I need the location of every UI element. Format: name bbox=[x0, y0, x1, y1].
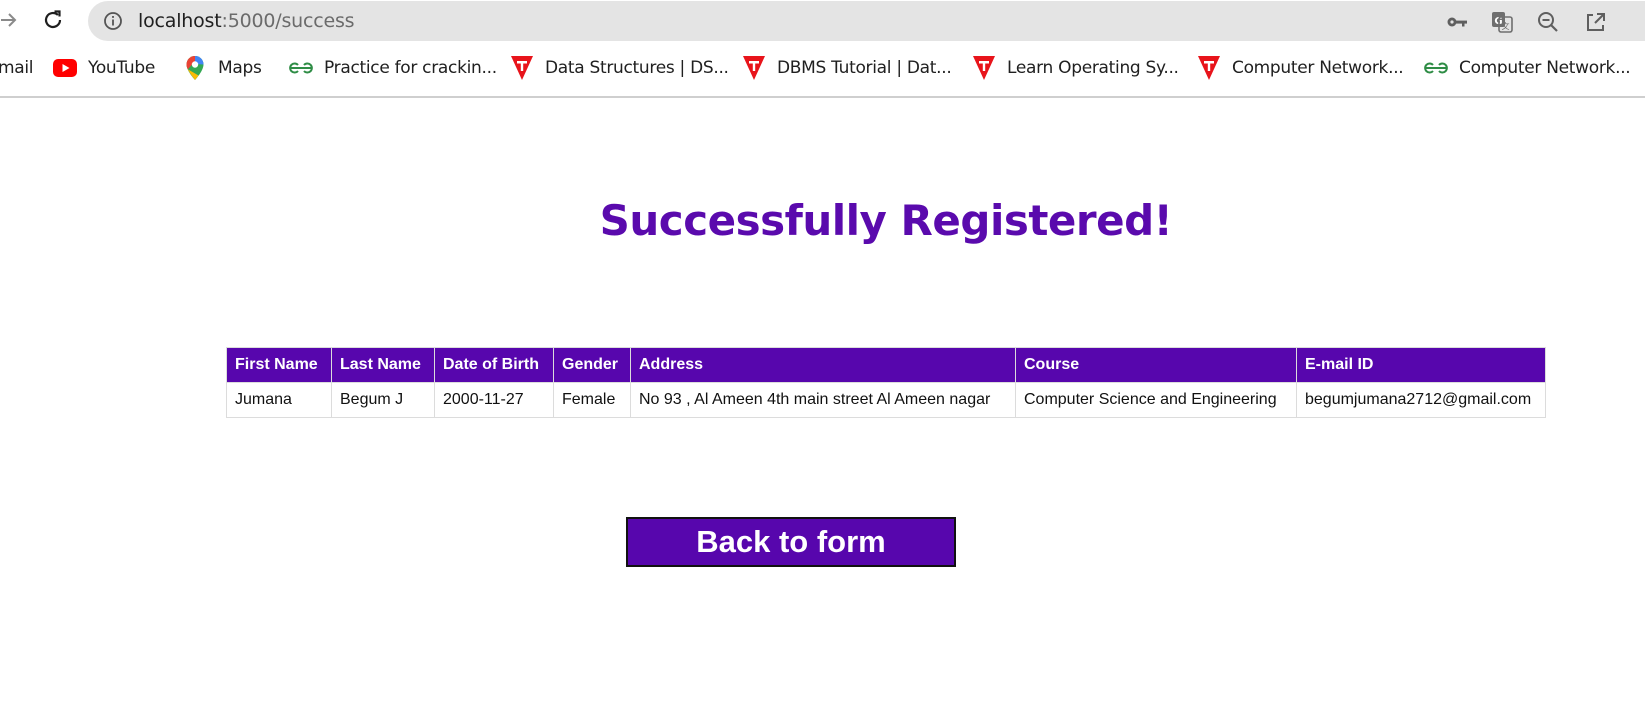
url-text[interactable]: localhost:5000/success bbox=[138, 10, 355, 32]
bookmark-label: Data Structures | DS... bbox=[545, 58, 729, 78]
url-path: :5000/success bbox=[221, 10, 355, 32]
reload-icon[interactable] bbox=[38, 5, 68, 35]
tutorialspoint-icon bbox=[509, 55, 535, 81]
bookmark-label: Computer Network... bbox=[1459, 58, 1631, 78]
forward-arrow-icon[interactable] bbox=[0, 5, 24, 35]
table-row: Jumana Begum J 2000-11-27 Female No 93 ,… bbox=[226, 382, 1546, 418]
youtube-icon bbox=[52, 55, 78, 81]
geeksforgeeks-icon bbox=[1423, 55, 1449, 81]
share-icon[interactable] bbox=[1583, 9, 1609, 35]
bookmark-youtube[interactable]: YouTube bbox=[52, 54, 155, 82]
cell-date-of-birth: 2000-11-27 bbox=[434, 382, 554, 418]
column-header-course: Course bbox=[1015, 347, 1297, 383]
bookmark-operating-systems[interactable]: Learn Operating Sy... bbox=[971, 54, 1179, 82]
table-header-row: First Name Last Name Date of Birth Gende… bbox=[226, 347, 1546, 383]
password-key-icon[interactable] bbox=[1444, 9, 1470, 35]
geeksforgeeks-icon bbox=[288, 55, 314, 81]
bookmark-label: Learn Operating Sy... bbox=[1007, 58, 1179, 78]
maps-icon bbox=[182, 55, 208, 81]
bookmark-data-structures[interactable]: Data Structures | DS... bbox=[509, 54, 729, 82]
bookmark-maps[interactable]: Maps bbox=[182, 54, 262, 82]
bookmark-dbms[interactable]: DBMS Tutorial | Dat... bbox=[741, 54, 952, 82]
bookmark-label: Computer Network... bbox=[1232, 58, 1404, 78]
cell-first-name: Jumana bbox=[226, 382, 332, 418]
bookmark-computer-network-1[interactable]: Computer Network... bbox=[1196, 54, 1404, 82]
bookmark-computer-network-2[interactable]: Computer Network... bbox=[1423, 54, 1631, 82]
bookmark-label: Practice for crackin... bbox=[324, 58, 497, 78]
page-title: Successfully Registered! bbox=[599, 196, 1173, 245]
tutorialspoint-icon bbox=[741, 55, 767, 81]
bookmark-gmail[interactable]: mail bbox=[0, 54, 34, 82]
tutorialspoint-icon bbox=[1196, 55, 1222, 81]
column-header-address: Address bbox=[630, 347, 1016, 383]
site-info-icon[interactable] bbox=[102, 10, 124, 32]
column-header-first-name: First Name bbox=[226, 347, 332, 383]
column-header-last-name: Last Name bbox=[331, 347, 435, 383]
browser-toolbar: localhost:5000/success G文 bbox=[0, 0, 1645, 42]
address-bar[interactable]: localhost:5000/success G文 bbox=[88, 1, 1645, 41]
bookmark-label: mail bbox=[0, 58, 34, 78]
column-header-email: E-mail ID bbox=[1296, 347, 1546, 383]
svg-text:文: 文 bbox=[1502, 21, 1510, 31]
bookmark-label: Maps bbox=[218, 58, 262, 78]
url-host: localhost bbox=[138, 10, 222, 32]
zoom-out-icon[interactable] bbox=[1535, 9, 1561, 35]
cell-email: begumjumana2712@gmail.com bbox=[1296, 382, 1546, 418]
bookmark-label: YouTube bbox=[88, 58, 156, 78]
tutorialspoint-icon bbox=[971, 55, 997, 81]
column-header-date-of-birth: Date of Birth bbox=[434, 347, 554, 383]
cell-gender: Female bbox=[553, 382, 631, 418]
bookmarks-bar: mail YouTube Maps Practice for crackin..… bbox=[0, 42, 1645, 98]
bookmark-practice[interactable]: Practice for crackin... bbox=[288, 54, 497, 82]
cell-last-name: Begum J bbox=[331, 382, 435, 418]
cell-course: Computer Science and Engineering bbox=[1015, 382, 1297, 418]
translate-icon[interactable]: G文 bbox=[1489, 9, 1515, 35]
bookmark-label: DBMS Tutorial | Dat... bbox=[777, 58, 952, 78]
back-to-form-button[interactable]: Back to form bbox=[626, 517, 956, 567]
cell-address: No 93 , Al Ameen 4th main street Al Amee… bbox=[630, 382, 1016, 418]
registration-table: First Name Last Name Date of Birth Gende… bbox=[226, 347, 1546, 418]
column-header-gender: Gender bbox=[553, 347, 631, 383]
